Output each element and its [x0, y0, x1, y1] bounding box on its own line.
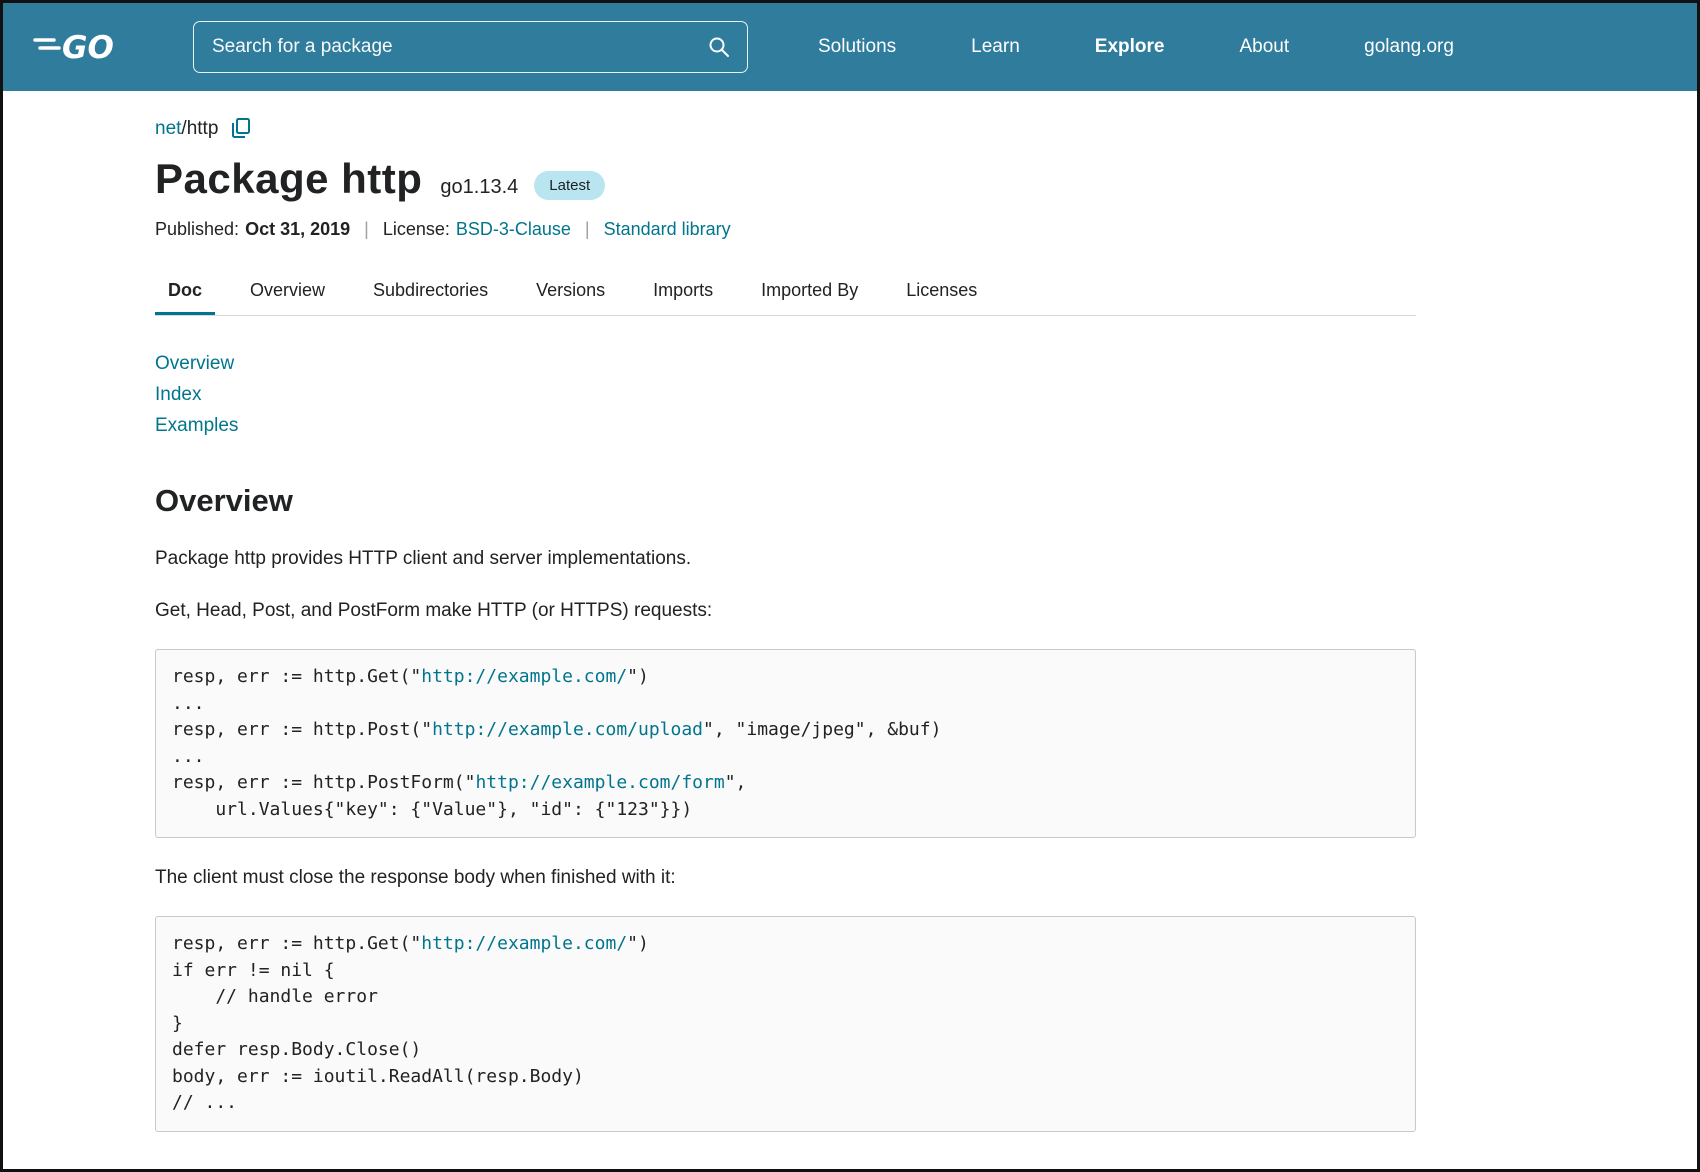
package-meta: Published: Oct 31, 2019 | License: BSD-3…	[155, 219, 1416, 240]
code-block: resp, err := http.Get("http://example.co…	[155, 916, 1416, 1132]
main-nav: Solutions Learn Explore About golang.org	[818, 36, 1454, 58]
doc-paragraph: The client must close the response body …	[155, 866, 1416, 890]
search-input[interactable]	[210, 35, 697, 59]
code-url-link[interactable]: http://example.com/form	[475, 772, 724, 793]
doc-paragraph: Get, Head, Post, and PostForm make HTTP …	[155, 599, 1416, 623]
site-header: GO Solutions Learn Explore About golang.…	[3, 3, 1697, 91]
tab-imported-by[interactable]: Imported By	[748, 268, 871, 315]
toc-link-index[interactable]: Index	[155, 379, 1416, 410]
published-label: Published:	[155, 219, 239, 240]
code-line: body, err := ioutil.ReadAll(resp.Body)	[172, 1064, 1399, 1091]
license-link[interactable]: BSD-3-Clause	[456, 219, 571, 240]
tab-versions[interactable]: Versions	[523, 268, 618, 315]
tab-doc[interactable]: Doc	[155, 268, 215, 315]
code-line: }	[172, 1011, 1399, 1038]
license-label: License:	[383, 219, 450, 240]
doc-paragraph: Package http provides HTTP client and se…	[155, 547, 1416, 571]
code-line: defer resp.Body.Close()	[172, 1037, 1399, 1064]
standard-library-link[interactable]: Standard library	[604, 219, 731, 240]
doc-toc: Overview Index Examples	[155, 348, 1416, 441]
code-line: resp, err := http.Get("http://example.co…	[172, 931, 1399, 958]
code-line: // handle error	[172, 984, 1399, 1011]
nav-explore[interactable]: Explore	[1095, 36, 1165, 58]
code-url-link[interactable]: http://example.com/	[421, 666, 627, 687]
code-block: resp, err := http.Get("http://example.co…	[155, 649, 1416, 838]
tab-imports[interactable]: Imports	[640, 268, 726, 315]
breadcrumb-current: /http	[181, 118, 218, 140]
toc-link-examples[interactable]: Examples	[155, 410, 1416, 441]
tab-subdirectories[interactable]: Subdirectories	[360, 268, 501, 315]
page-title: Package http	[155, 155, 422, 203]
code-url-link[interactable]: http://example.com/upload	[432, 719, 703, 740]
meta-separator: |	[364, 219, 369, 240]
tab-overview[interactable]: Overview	[237, 268, 338, 315]
nav-about[interactable]: About	[1239, 36, 1289, 58]
toc-link-overview[interactable]: Overview	[155, 348, 1416, 379]
code-line: resp, err := http.Get("http://example.co…	[172, 664, 1399, 691]
breadcrumb: net/http	[155, 117, 1416, 141]
search-box	[193, 21, 748, 73]
code-line: resp, err := http.Post("http://example.c…	[172, 717, 1399, 744]
code-line: // ...	[172, 1090, 1399, 1117]
doc-body: Overview Package http provides HTTP clie…	[155, 483, 1416, 1132]
overview-heading: Overview	[155, 483, 1416, 519]
tab-bar: Doc Overview Subdirectories Versions Imp…	[155, 268, 1416, 316]
nav-solutions[interactable]: Solutions	[818, 36, 896, 58]
copy-icon[interactable]	[230, 117, 252, 141]
code-url-link[interactable]: http://example.com/	[421, 933, 627, 954]
search-icon[interactable]	[707, 35, 731, 59]
code-line: ...	[172, 744, 1399, 771]
tab-licenses[interactable]: Licenses	[893, 268, 990, 315]
version-label: go1.13.4	[440, 176, 518, 199]
breadcrumb-link-net[interactable]: net	[155, 118, 181, 140]
published-date: Oct 31, 2019	[245, 219, 350, 240]
go-logo[interactable]: GO	[33, 25, 145, 69]
latest-badge[interactable]: Latest	[534, 171, 605, 200]
title-row: Package http go1.13.4 Latest	[155, 155, 1416, 203]
svg-text:GO: GO	[62, 30, 114, 66]
code-line: resp, err := http.PostForm("http://examp…	[172, 770, 1399, 797]
code-line: if err != nil {	[172, 958, 1399, 985]
code-line: ...	[172, 691, 1399, 718]
meta-separator: |	[585, 219, 590, 240]
go-logo-icon: GO	[33, 25, 145, 69]
nav-golang-org[interactable]: golang.org	[1364, 36, 1454, 58]
nav-learn[interactable]: Learn	[971, 36, 1020, 58]
code-line: url.Values{"key": {"Value"}, "id": {"123…	[172, 797, 1399, 824]
